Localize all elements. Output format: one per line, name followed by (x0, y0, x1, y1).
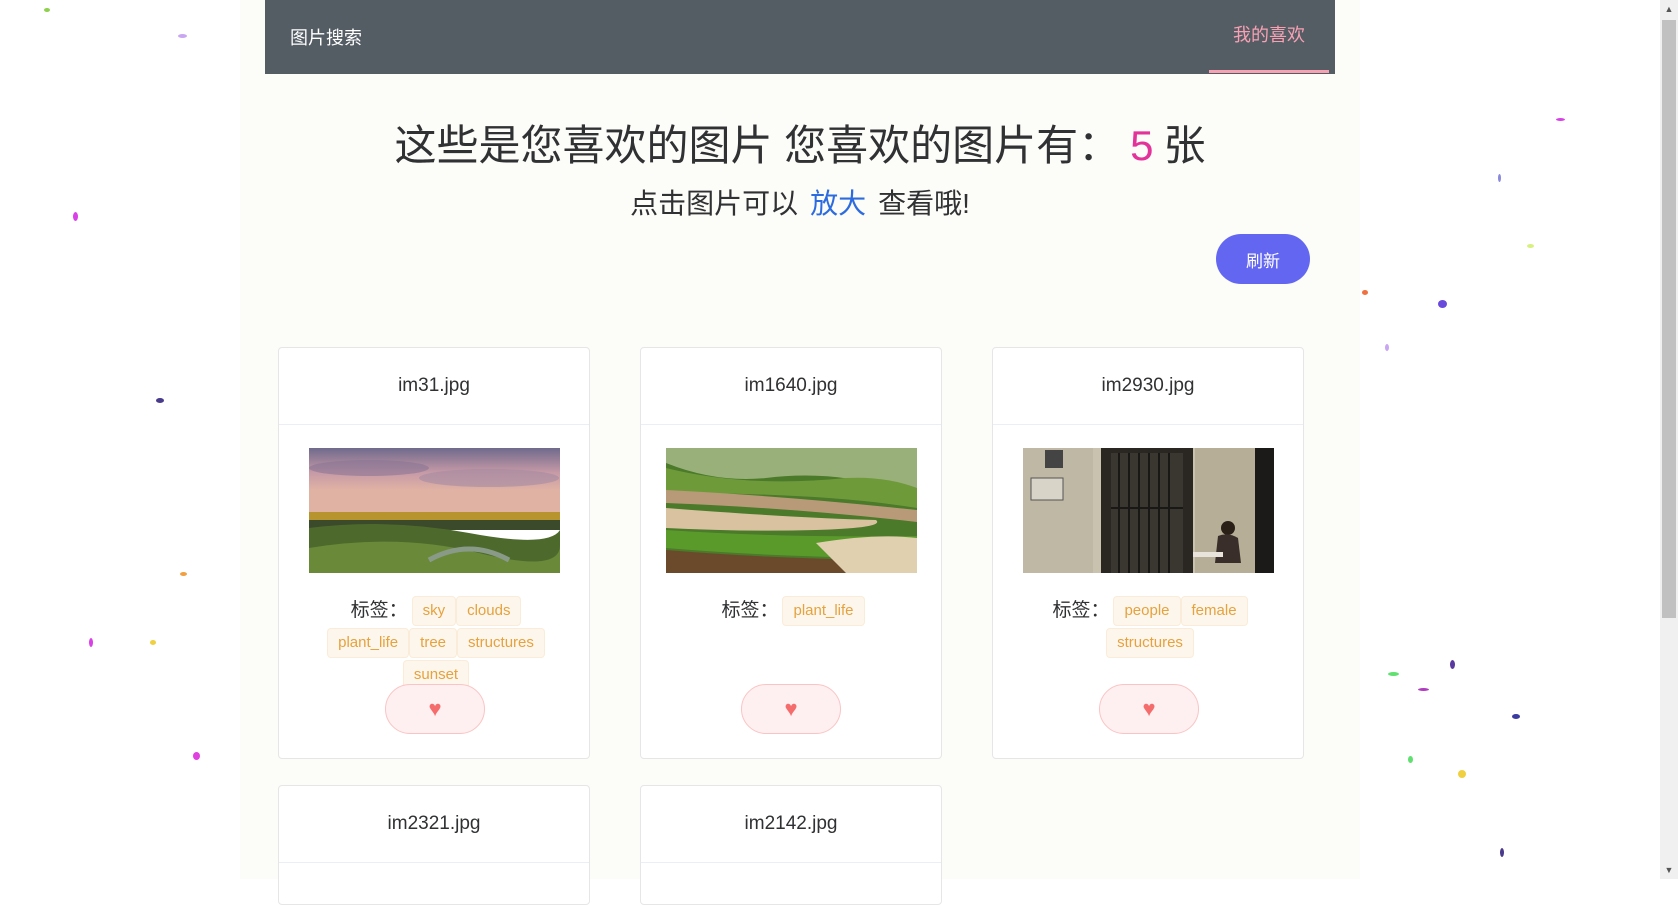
confetti (1438, 300, 1447, 308)
confetti (1450, 660, 1455, 669)
confetti (156, 398, 164, 403)
confetti (1527, 244, 1534, 248)
scroll-down-arrow-icon[interactable]: ▼ (1663, 863, 1675, 877)
confetti (89, 638, 93, 647)
confetti (1500, 848, 1504, 857)
card-title: im2142.jpg (641, 786, 941, 863)
confetti (1512, 714, 1520, 719)
hint-text: 点击图片可以 放大 查看哦! (240, 182, 1360, 222)
confetti (44, 8, 50, 12)
card-image[interactable] (309, 448, 560, 573)
confetti (150, 640, 156, 645)
confetti (1408, 756, 1413, 763)
image-card: im2142.jpg (640, 785, 942, 905)
tag-chip: plant_life (327, 628, 410, 658)
tag-list: 标签： people female structures (1023, 595, 1277, 659)
tag-chip: plant_life (782, 596, 865, 626)
nav-favorites-tab[interactable]: 我的喜欢 (1209, 0, 1329, 73)
tag-chip: people (1113, 596, 1181, 626)
confetti (1388, 672, 1399, 676)
title-suffix: 张 (1163, 122, 1206, 169)
confetti (178, 34, 187, 38)
card-title: im2930.jpg (993, 348, 1303, 425)
tag-list: 标签： plant_life (666, 595, 920, 627)
card-title: im31.jpg (279, 348, 589, 425)
confetti (193, 752, 200, 760)
image-card: im2321.jpg (278, 785, 590, 905)
tags-label: 标签： (721, 600, 779, 621)
tag-list: 标签： sky clouds plant_life tree structures su… (309, 595, 563, 691)
tag-chip: tree (409, 628, 458, 658)
confetti (73, 212, 78, 221)
tag-chip: structures (1106, 628, 1194, 658)
tag-chip: structures (457, 628, 545, 658)
confetti (1385, 344, 1389, 351)
card-title: im2321.jpg (279, 786, 589, 863)
image-card: im2930.jpg 标签： people female structures ♥ (992, 347, 1304, 759)
card-title: im1640.jpg (641, 348, 941, 425)
heart-icon: ♥ (428, 696, 442, 721)
tag-chip: sky (411, 596, 457, 626)
confetti (1556, 118, 1565, 121)
tags-label: 标签： (1052, 600, 1110, 621)
image-card: im1640.jpg 标签： plant_life ♥ (640, 347, 942, 759)
page-title: 这些是您喜欢的图片 您喜欢的图片有： 5 张 (240, 112, 1360, 173)
image-card: im31.jpg 标签： sky clouds plant_life tree stru… (278, 347, 590, 759)
card-image[interactable] (1023, 448, 1274, 573)
navbar: 图片搜索 我的喜欢 (265, 0, 1335, 74)
like-button[interactable]: ♥ (385, 684, 485, 734)
confetti (1362, 290, 1368, 295)
heart-icon: ♥ (784, 696, 798, 721)
confetti (180, 572, 187, 576)
like-button[interactable]: ♥ (741, 684, 841, 734)
tags-label: 标签： (350, 600, 408, 621)
scrollbar[interactable]: ▲ ▼ (1660, 0, 1678, 879)
scroll-up-arrow-icon[interactable]: ▲ (1663, 2, 1675, 16)
favorite-count: 5 (1130, 122, 1154, 169)
refresh-button[interactable]: 刷新 (1216, 234, 1310, 284)
hint-suffix: 查看哦! (878, 188, 970, 219)
zoom-link[interactable]: 放大 (810, 188, 866, 219)
nav-brand[interactable]: 图片搜索 (290, 24, 362, 50)
like-button[interactable]: ♥ (1099, 684, 1199, 734)
card-image[interactable] (666, 448, 917, 573)
confetti (1418, 688, 1429, 691)
confetti (1498, 174, 1501, 182)
tag-chip: female (1180, 596, 1248, 626)
title-text: 这些是您喜欢的图片 您喜欢的图片有： (394, 122, 1121, 169)
heart-icon: ♥ (1142, 696, 1156, 721)
hint-prefix: 点击图片可以 (630, 188, 799, 219)
tag-chip: clouds (456, 596, 522, 626)
scrollbar-thumb[interactable] (1662, 20, 1676, 618)
confetti (1458, 770, 1466, 778)
